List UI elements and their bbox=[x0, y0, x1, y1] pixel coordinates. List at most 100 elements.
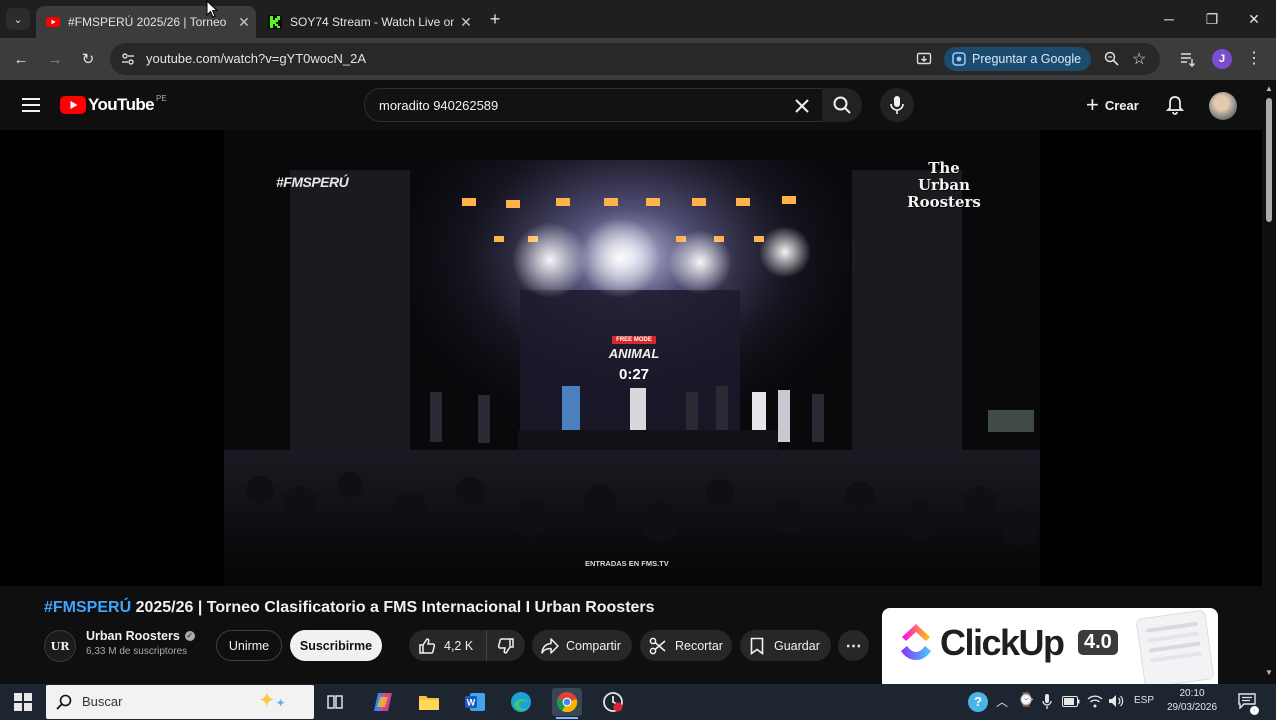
plus-icon: + bbox=[1086, 92, 1099, 117]
urban-roosters-logo: The Urban Roosters bbox=[900, 159, 988, 211]
clickup-logo-icon bbox=[901, 624, 931, 660]
recorder-icon bbox=[603, 692, 623, 712]
account-avatar[interactable] bbox=[1209, 92, 1237, 120]
subscribe-button[interactable]: Suscribirme bbox=[290, 630, 382, 661]
zoom-icon[interactable] bbox=[1104, 51, 1119, 66]
ad-brand: ClickUp bbox=[940, 622, 1065, 663]
help-icon[interactable]: ? bbox=[968, 692, 988, 712]
more-horizontal-icon: ⋯ bbox=[845, 637, 862, 655]
share-button[interactable]: Compartir bbox=[532, 630, 632, 661]
search-input[interactable]: moradito 940262589 bbox=[379, 98, 498, 113]
scrollbar-arrow-down-icon[interactable]: ▼ bbox=[1265, 668, 1273, 677]
windows-logo-icon bbox=[14, 693, 32, 711]
tab-soy74[interactable]: SOY74 Stream - Watch Live on ✕ bbox=[258, 6, 478, 38]
save-button[interactable]: Guardar bbox=[740, 630, 831, 661]
clickup-ad[interactable]: ClickUp 4.0 bbox=[882, 608, 1218, 684]
notification-badge: · bbox=[1250, 706, 1259, 715]
clock[interactable]: 20:10 29/03/2026 bbox=[1160, 687, 1224, 715]
dislike-button[interactable] bbox=[487, 630, 525, 661]
subscribe-label: Suscribirme bbox=[299, 638, 373, 653]
search-box[interactable]: moradito 940262589 bbox=[364, 88, 824, 122]
task-view-button[interactable] bbox=[320, 688, 350, 716]
taskbar-search-placeholder: Buscar bbox=[82, 694, 123, 709]
close-tab-icon[interactable]: ✕ bbox=[454, 14, 478, 31]
clear-search-icon[interactable] bbox=[795, 99, 809, 113]
join-label: Unirme bbox=[228, 638, 270, 653]
ask-google-label: Preguntar a Google bbox=[972, 52, 1082, 66]
join-button[interactable]: Unirme bbox=[216, 630, 282, 661]
thumbs-up-icon bbox=[419, 637, 436, 654]
tray-overflow-icon[interactable]: ︿ bbox=[996, 693, 1008, 710]
channel-name[interactable]: Urban Roosters bbox=[86, 629, 180, 643]
page-scrollbar[interactable]: ▲ ▼ bbox=[1262, 80, 1276, 684]
copilot-app[interactable] bbox=[368, 688, 398, 716]
video-player[interactable]: #FMSPERÚ The Urban Roosters FREE MODE AN… bbox=[0, 130, 1262, 586]
restore-button[interactable]: ❐ bbox=[1201, 8, 1223, 30]
tray-microphone-icon[interactable] bbox=[1042, 694, 1052, 710]
forward-icon[interactable]: → bbox=[44, 48, 66, 70]
google-lens-icon bbox=[952, 52, 966, 66]
more-actions-button[interactable]: ⋯ bbox=[838, 630, 869, 661]
reading-list-icon[interactable] bbox=[1180, 51, 1196, 67]
edge-icon bbox=[511, 692, 531, 712]
wifi-icon[interactable] bbox=[1087, 694, 1103, 708]
chrome-app[interactable] bbox=[552, 688, 582, 716]
scrollbar-arrow-up-icon[interactable]: ▲ bbox=[1265, 84, 1273, 93]
site-info-icon[interactable] bbox=[121, 52, 135, 66]
close-window-button[interactable]: ✕ bbox=[1243, 8, 1265, 30]
volume-icon[interactable] bbox=[1108, 694, 1124, 708]
tickets-caption: ENTRADAS EN FMS.TV bbox=[585, 559, 669, 568]
browser-toolbar: ← → ↻ youtube.com/watch?v=gYT0wocN_2A Pr… bbox=[0, 38, 1276, 80]
edge-app[interactable] bbox=[506, 688, 536, 716]
profile-avatar[interactable]: J bbox=[1212, 49, 1232, 69]
browser-menu-icon[interactable]: ⋮ bbox=[1246, 48, 1262, 68]
menu-hamburger-icon[interactable] bbox=[22, 98, 40, 112]
region-code: PE bbox=[156, 94, 167, 103]
search-button[interactable] bbox=[822, 88, 862, 122]
channel-avatar[interactable]: UR bbox=[44, 630, 76, 662]
bookmark-star-icon[interactable]: ☆ bbox=[1132, 49, 1146, 69]
tab-fmsperu[interactable]: #FMSPERÚ 2025/26 | Torneo ✕ bbox=[36, 6, 256, 38]
stage-mode: ANIMAL bbox=[608, 346, 660, 361]
address-bar[interactable]: youtube.com/watch?v=gYT0wocN_2A Pregunta… bbox=[110, 43, 1160, 75]
like-button[interactable]: 4,2 K bbox=[409, 630, 487, 661]
new-tab-button[interactable]: + bbox=[484, 8, 506, 30]
url-text[interactable]: youtube.com/watch?v=gYT0wocN_2A bbox=[146, 51, 366, 66]
create-button[interactable]: + Crear bbox=[1076, 88, 1149, 122]
search-icon bbox=[56, 694, 72, 710]
logo-line-1: The Urban bbox=[917, 159, 971, 194]
file-explorer-app[interactable] bbox=[414, 688, 444, 716]
tray-camera-icon[interactable]: ⌚ bbox=[1018, 692, 1034, 708]
mouse-cursor-icon bbox=[206, 0, 218, 18]
install-app-icon[interactable] bbox=[916, 51, 932, 67]
kick-favicon-icon bbox=[268, 15, 282, 29]
reload-icon[interactable]: ↻ bbox=[77, 48, 99, 70]
chrome-icon bbox=[556, 692, 578, 713]
notifications-bell-icon[interactable] bbox=[1166, 95, 1184, 115]
start-button[interactable] bbox=[8, 688, 38, 716]
youtube-logo-text: YouTube bbox=[88, 95, 155, 114]
close-tab-icon[interactable]: ✕ bbox=[232, 14, 256, 31]
title-hashtag-link[interactable]: #FMSPERÚ bbox=[44, 599, 131, 616]
input-language[interactable]: ESP bbox=[1134, 695, 1154, 706]
taskbar-search-box[interactable]: Buscar ✦✦ bbox=[46, 685, 314, 719]
ask-google-button[interactable]: Preguntar a Google bbox=[944, 47, 1092, 71]
fmsperu-watermark: #FMSPERÚ bbox=[276, 174, 349, 190]
battery-icon[interactable] bbox=[1062, 696, 1080, 707]
tab-title: SOY74 Stream - Watch Live on bbox=[290, 15, 454, 29]
tab-search-button[interactable]: ⌄ bbox=[6, 8, 30, 30]
back-icon[interactable]: ← bbox=[10, 48, 32, 70]
stage-tag: FREE MODE bbox=[612, 336, 656, 344]
search-highlight-sparkles-icon: ✦✦ bbox=[258, 689, 286, 712]
microphone-icon bbox=[890, 96, 904, 114]
verified-badge-icon: ✓ bbox=[184, 631, 195, 641]
clip-button[interactable]: Recortar bbox=[640, 630, 732, 661]
word-app[interactable]: W bbox=[460, 688, 490, 716]
scrollbar-thumb[interactable] bbox=[1266, 98, 1272, 222]
minimize-button[interactable]: ─ bbox=[1158, 8, 1180, 30]
screen-recorder-app[interactable] bbox=[598, 688, 628, 716]
title-text: 2025/26 | Torneo Clasificatorio a FMS In… bbox=[131, 599, 655, 616]
voice-search-button[interactable] bbox=[880, 88, 914, 122]
ad-version-badge: 4.0 bbox=[1078, 630, 1118, 655]
youtube-logo[interactable]: YouTube PE bbox=[60, 94, 167, 116]
